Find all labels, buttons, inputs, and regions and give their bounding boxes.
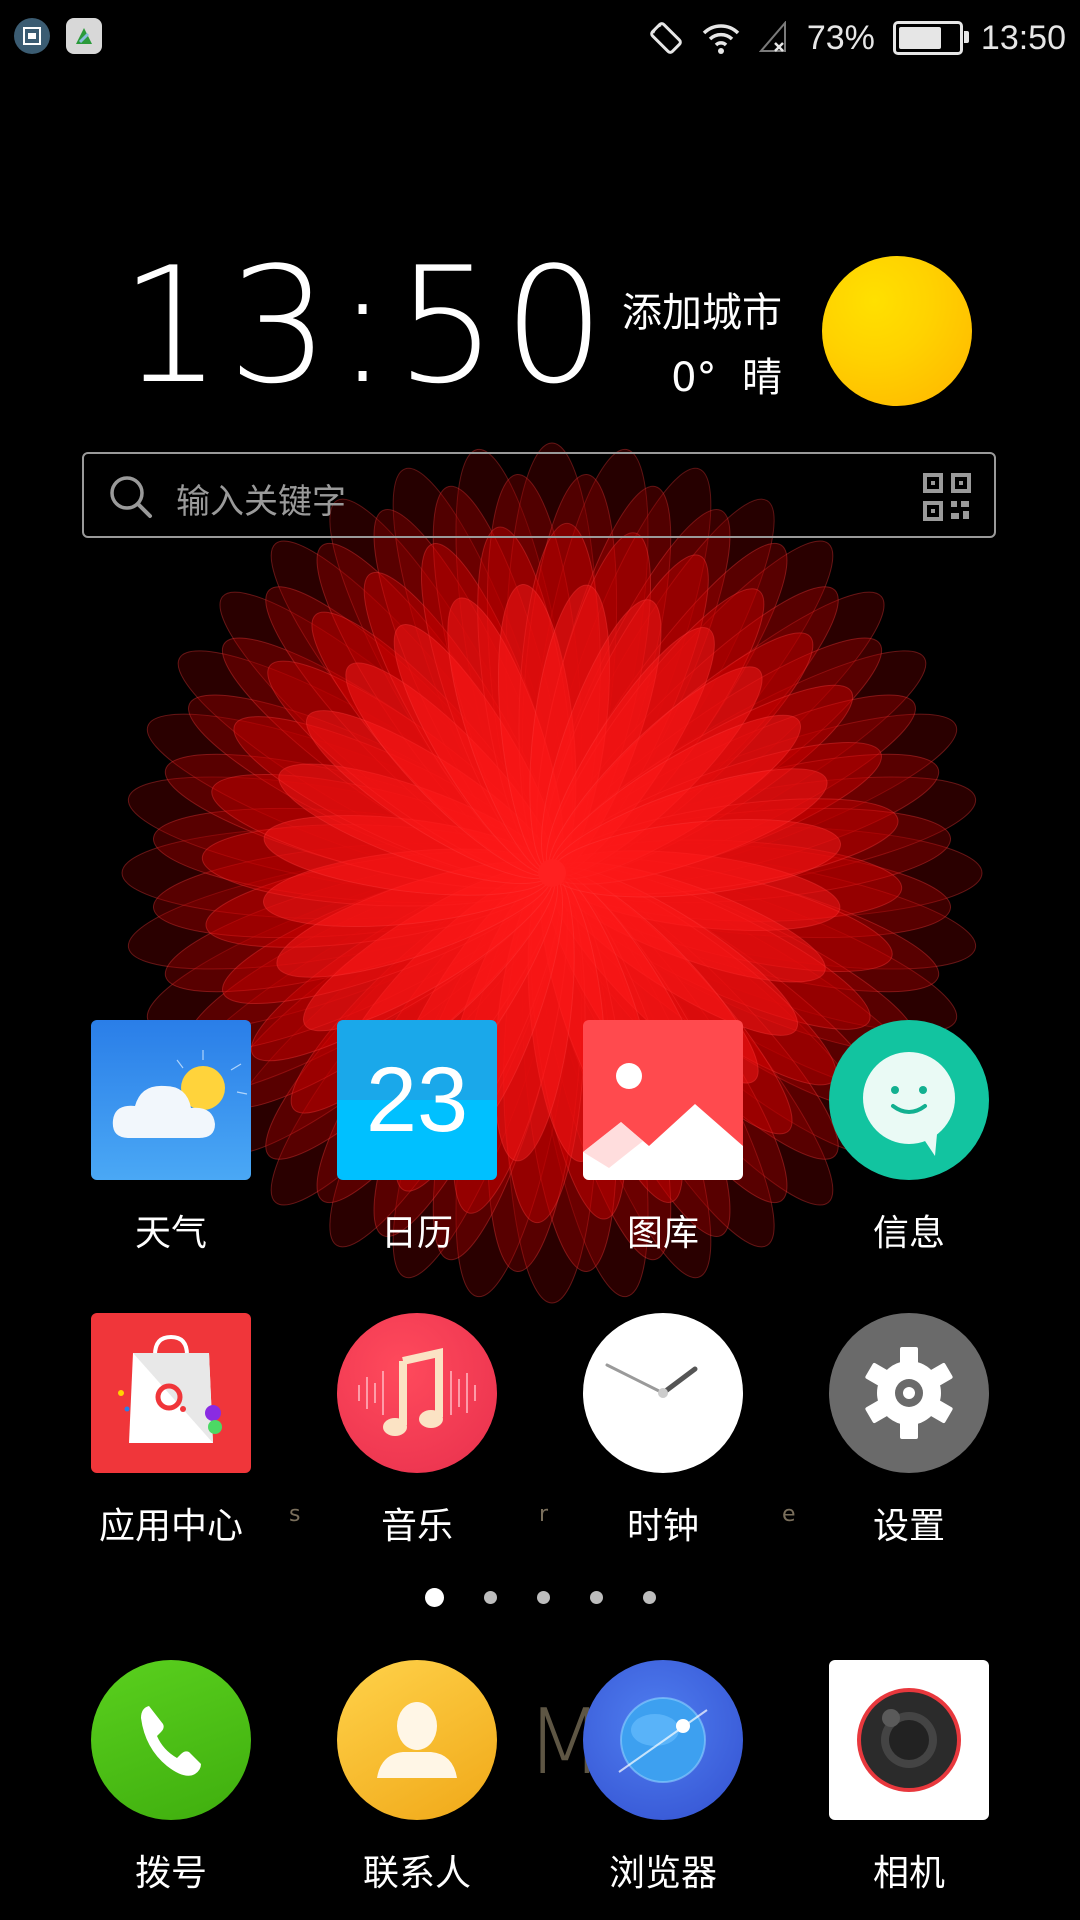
battery-level-fill (898, 27, 941, 49)
weather-temperature: 0° (671, 355, 717, 401)
app-label: 联系人 (362, 1853, 471, 1894)
contacts-icon (337, 1660, 497, 1820)
screenshot-notification-icon (14, 18, 50, 54)
app-settings[interactable]: 设置 (809, 1313, 1009, 1549)
status-bar: 73% 13:50 (0, 0, 1080, 76)
page-dot[interactable] (589, 1591, 603, 1604)
rotation-lock-icon (650, 22, 682, 54)
page-dot[interactable] (483, 1591, 497, 1604)
weather-icon (91, 1020, 251, 1180)
page-dot[interactable] (642, 1591, 656, 1604)
dock-browser[interactable]: 浏览器 (563, 1660, 763, 1896)
app-notification-icon (66, 18, 102, 54)
page-indicator[interactable] (0, 1588, 1080, 1607)
app-store[interactable]: 应用中心 (71, 1313, 271, 1549)
sunny-weather-icon[interactable] (822, 256, 972, 406)
camera-icon (829, 1660, 989, 1820)
battery-percent: 73% (806, 18, 875, 57)
clock-icon (583, 1313, 743, 1473)
calendar-icon: 23 (337, 1020, 497, 1180)
app-label: 相机 (872, 1853, 945, 1894)
weather-add-city[interactable]: 添加城市 (622, 280, 782, 338)
wallpaper-text: s (289, 1502, 301, 1527)
system-status-icons: 73% 13:50 (649, 14, 1066, 62)
page-dot-active[interactable] (424, 1588, 444, 1607)
app-label: 天气 (134, 1213, 207, 1254)
app-label: 拨号 (134, 1853, 207, 1894)
dock-phone[interactable]: 拨号 (71, 1660, 271, 1896)
search-bar[interactable]: 输入关键字 (82, 452, 996, 538)
weather-temp-condition[interactable]: 0° 晴 (671, 345, 782, 403)
app-label: 设置 (872, 1506, 945, 1547)
music-icon (337, 1313, 497, 1473)
flower-center (538, 859, 566, 887)
wifi-icon (702, 24, 740, 54)
dock-camera[interactable]: 相机 (809, 1660, 1009, 1896)
dock-contacts[interactable]: 联系人 (317, 1660, 517, 1896)
app-label: 日历 (380, 1213, 453, 1254)
app-weather[interactable]: 天气 (71, 1020, 271, 1256)
phone-icon (91, 1660, 251, 1820)
gallery-icon (583, 1020, 743, 1180)
app-music[interactable]: 音乐 (317, 1313, 517, 1549)
wallpaper-text: e (782, 1502, 796, 1527)
app-store-icon (91, 1313, 251, 1473)
browser-icon (583, 1660, 743, 1820)
weather-condition: 晴 (742, 355, 782, 401)
clock-widget-time[interactable]: 13:50 (120, 246, 611, 406)
battery-icon (892, 21, 969, 55)
app-messages[interactable]: 信息 (809, 1020, 1009, 1256)
notification-icons (14, 18, 102, 54)
app-label: 信息 (872, 1213, 945, 1254)
messages-icon (829, 1020, 989, 1180)
settings-icon (829, 1313, 989, 1473)
app-clock[interactable]: 时钟 (563, 1313, 763, 1549)
calendar-day: 23 (365, 1049, 469, 1151)
app-calendar[interactable]: 23 日历 (317, 1020, 517, 1256)
page-dot[interactable] (536, 1591, 550, 1604)
app-label: 应用中心 (98, 1506, 243, 1547)
search-icon (110, 476, 152, 518)
app-gallery[interactable]: 图库 (563, 1020, 763, 1256)
app-label: 图库 (626, 1213, 699, 1254)
app-label: 音乐 (380, 1506, 453, 1547)
qr-code-icon[interactable] (922, 472, 972, 522)
app-label: 时钟 (626, 1506, 699, 1547)
status-time: 13:50 (980, 18, 1066, 57)
wallpaper-text: r (539, 1502, 549, 1527)
app-label: 浏览器 (608, 1853, 717, 1894)
search-input[interactable]: 输入关键字 (176, 474, 346, 523)
no-signal-icon (758, 21, 786, 52)
